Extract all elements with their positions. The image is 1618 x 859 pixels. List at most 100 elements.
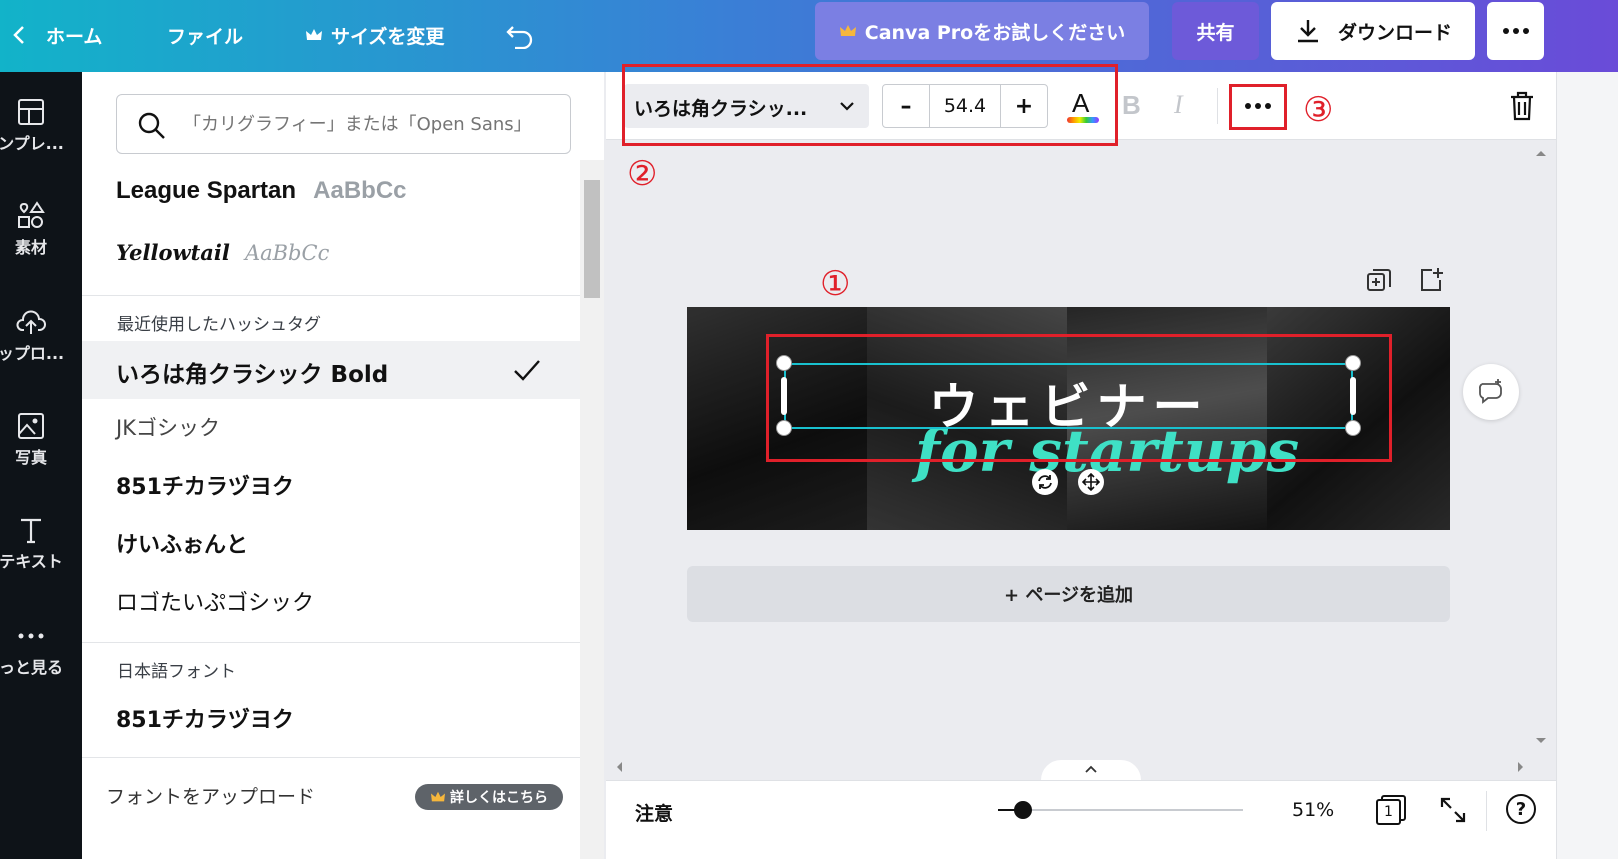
scroll-up-icon[interactable]	[1534, 148, 1548, 158]
rail-label: ンプレ...	[0, 134, 64, 153]
scroll-right-icon[interactable]	[1516, 760, 1526, 774]
annotation-box-3	[1229, 84, 1287, 130]
comment-button[interactable]	[1463, 364, 1519, 420]
undo-icon	[506, 26, 533, 49]
fullscreen-icon[interactable]	[1438, 795, 1468, 825]
font-item[interactable]: 851チカラヅヨク	[116, 469, 294, 501]
font-item-selected[interactable]: いろは角クラシック Bold	[82, 341, 580, 399]
divider	[82, 295, 580, 296]
move-icon	[1082, 473, 1100, 491]
page-count: 1	[1376, 799, 1401, 825]
rail-item-more[interactable]: っと見る	[0, 620, 82, 710]
font-sample: AaBbCc	[244, 241, 330, 265]
crown-icon	[839, 25, 856, 36]
comment-icon	[1479, 379, 1502, 404]
font-item[interactable]: ロゴたいぷゴシック	[116, 585, 314, 617]
annotation-box-2	[622, 64, 1118, 146]
japanese-heading: 日本語フォント	[117, 662, 236, 682]
zoom-slider-thumb[interactable]	[1014, 801, 1032, 819]
rail-item-photos[interactable]: 写真	[0, 410, 82, 500]
download-label: ダウンロード	[1337, 21, 1452, 44]
panel-scrollbar[interactable]	[580, 160, 604, 859]
chevron-up-icon	[1085, 765, 1097, 773]
checkmark-icon	[514, 360, 540, 381]
notes-button[interactable]: 注意	[635, 799, 673, 826]
share-label: 共有	[1196, 21, 1235, 44]
bold-button[interactable]: B	[1122, 90, 1141, 121]
font-panel: League Spartan AaBbCc Yellowtail AaBbCc …	[82, 72, 604, 859]
divider	[1217, 88, 1218, 124]
resize-button[interactable]: サイズを変更	[305, 17, 444, 53]
elements-icon	[18, 201, 45, 228]
text-icon	[21, 518, 41, 544]
ellipsis-icon	[1502, 28, 1529, 34]
add-page-icon[interactable]	[1418, 266, 1444, 294]
rotate-handle[interactable]	[1032, 469, 1058, 495]
rotate-icon	[1038, 475, 1052, 489]
file-label: ファイル	[167, 25, 244, 48]
more-options-button[interactable]	[1487, 2, 1544, 60]
annotation-label-3: ③	[1303, 90, 1334, 130]
font-item[interactable]: けいふぉんと	[116, 527, 248, 559]
font-name: Yellowtail	[116, 240, 230, 265]
bottom-bar: 注意 51% 1 ?	[606, 780, 1556, 859]
download-icon	[1297, 20, 1318, 43]
divider	[82, 642, 580, 643]
right-gutter	[1556, 72, 1618, 859]
upload-icon	[16, 310, 46, 334]
font-name: いろは角クラシック Bold	[116, 362, 389, 388]
learn-more-badge[interactable]: 詳しくはこちら	[415, 784, 563, 810]
font-item[interactable]: 851チカラヅヨク	[116, 702, 294, 734]
font-item-yellowtail[interactable]: Yellowtail AaBbCc	[116, 240, 329, 265]
more-icon	[18, 633, 44, 639]
font-search-box[interactable]	[116, 94, 571, 154]
share-button[interactable]: 共有	[1172, 2, 1259, 60]
rail-label: 写真	[14, 448, 47, 467]
scroll-down-icon[interactable]	[1534, 736, 1548, 746]
rail-label: テキスト	[0, 552, 63, 571]
undo-button[interactable]	[505, 17, 535, 53]
top-bar: ホーム ファイル サイズを変更 Canva Proをお試しください 共有 ダウン…	[0, 0, 1618, 72]
download-button[interactable]: ダウンロード	[1271, 2, 1475, 60]
side-rail: ンプレ... 素材 ップロ... 写真 テキスト っと見る	[0, 72, 82, 859]
font-name: League Spartan	[116, 177, 297, 204]
divider	[82, 757, 580, 758]
divider	[1486, 791, 1487, 831]
annotation-label-1: ①	[820, 264, 851, 304]
learn-more-label: 詳しくはこちら	[450, 790, 548, 806]
file-menu-button[interactable]: ファイル	[167, 17, 243, 53]
crown-icon	[306, 29, 322, 40]
rail-item-text[interactable]: テキスト	[0, 514, 82, 604]
font-item-league-spartan[interactable]: League Spartan AaBbCc	[116, 177, 407, 205]
template-icon	[18, 99, 44, 125]
upload-font-link[interactable]: フォントをアップロード	[106, 782, 315, 809]
crown-icon	[431, 791, 445, 802]
font-sample: AaBbCc	[313, 177, 407, 204]
recent-heading: 最近使用したハッシュタグ	[117, 315, 321, 335]
font-item[interactable]: JKゴシック	[116, 412, 220, 442]
photo-icon	[18, 413, 44, 439]
add-page-button[interactable]: + ページを追加	[687, 566, 1450, 622]
move-handle[interactable]	[1078, 469, 1104, 495]
italic-button[interactable]: I	[1174, 90, 1183, 120]
rail-item-elements[interactable]: 素材	[0, 200, 82, 290]
zoom-level[interactable]: 51%	[1292, 799, 1334, 821]
scrollbar-thumb[interactable]	[584, 180, 600, 298]
pages-tab[interactable]	[1041, 760, 1141, 780]
help-button[interactable]: ?	[1506, 794, 1536, 824]
search-icon	[138, 112, 165, 139]
duplicate-page-icon[interactable]	[1366, 268, 1392, 294]
rail-label: 素材	[14, 238, 47, 257]
zoom-slider[interactable]	[998, 801, 1243, 819]
home-label: ホーム	[46, 25, 103, 48]
font-search-input[interactable]	[183, 109, 553, 139]
trash-icon[interactable]	[1508, 90, 1536, 122]
back-home-button[interactable]: ホーム	[10, 17, 102, 53]
page-count-button[interactable]: 1	[1376, 795, 1406, 825]
rail-label: っと見る	[0, 658, 63, 677]
scroll-left-icon[interactable]	[614, 760, 624, 774]
rail-item-templates[interactable]: ンプレ...	[0, 96, 82, 186]
chevron-left-icon	[13, 26, 24, 44]
try-pro-button[interactable]: Canva Proをお試しください	[815, 2, 1149, 60]
rail-item-uploads[interactable]: ップロ...	[0, 306, 82, 396]
